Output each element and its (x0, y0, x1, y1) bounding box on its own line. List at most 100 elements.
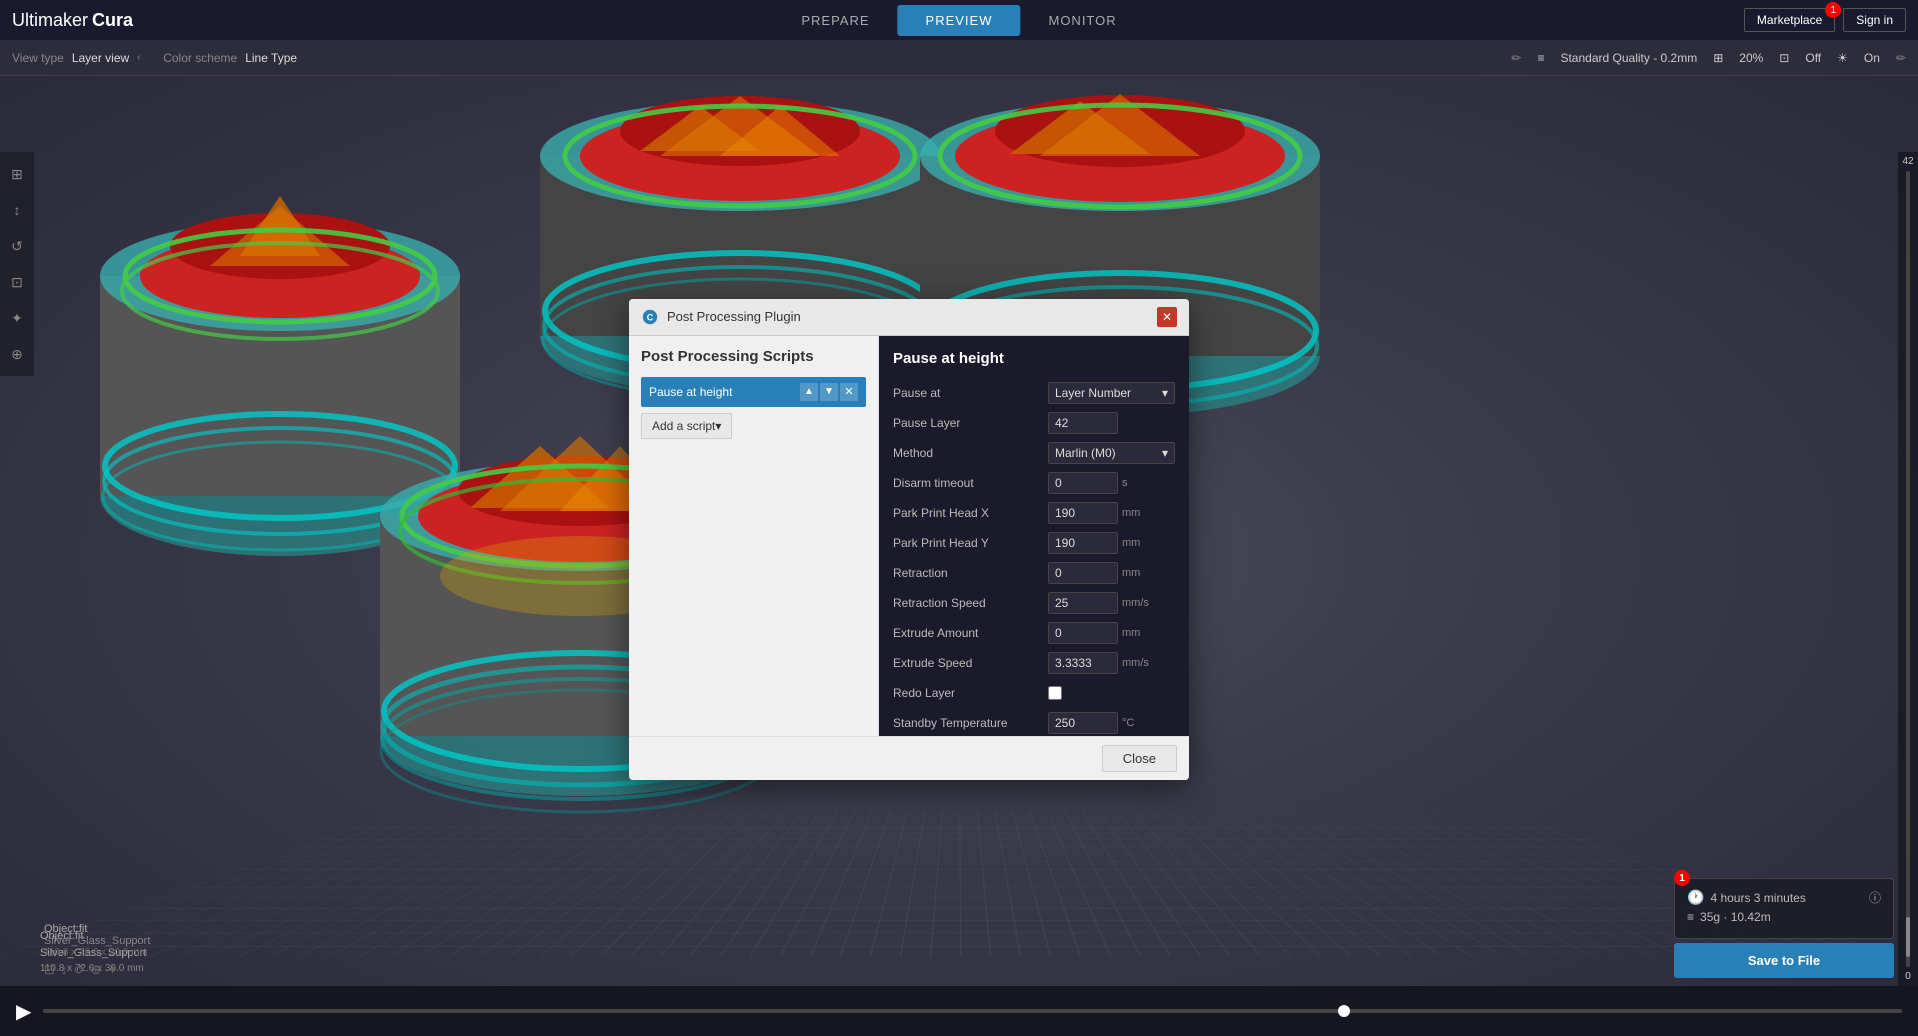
setting-standby-temp-control: °C (1048, 712, 1175, 734)
extrude-amount-input[interactable] (1048, 622, 1118, 644)
bottom-bar: ▶ (0, 986, 1918, 1036)
nav-prepare[interactable]: PREPARE (773, 5, 897, 36)
setting-standby-temp: Standby Temperature °C (893, 711, 1175, 735)
method-value: Marlin (M0) (1055, 446, 1116, 460)
setting-park-x-control: mm (1048, 502, 1175, 524)
zoom-icon: ⊞ (1713, 51, 1723, 65)
marketplace-badge: 1 (1825, 2, 1841, 18)
view-type-label: View type (12, 51, 64, 65)
on-label: On (1864, 51, 1880, 65)
svg-text:C: C (647, 312, 654, 322)
script-item-pause[interactable]: Pause at height ▲ ▼ ✕ (641, 377, 866, 407)
setting-park-y-label: Park Print Head Y (893, 536, 1048, 550)
settings-edit-icon[interactable]: ✏ (1896, 51, 1906, 65)
pause-at-value: Layer Number (1055, 386, 1131, 400)
sun-icon: ☀ (1837, 51, 1848, 65)
setting-method-label: Method (893, 446, 1048, 460)
quality-value[interactable]: Standard Quality - 0.2mm (1560, 51, 1697, 65)
toolbar-right-settings: ✏ ≡ Standard Quality - 0.2mm ⊞ 20% ⊡ Off… (1511, 51, 1906, 65)
signin-button[interactable]: Sign in (1843, 8, 1906, 32)
color-scheme-value[interactable]: Line Type (245, 51, 297, 65)
setting-method-control: Marlin (M0) ▾ (1048, 442, 1175, 464)
setting-disarm-timeout-label: Disarm timeout (893, 476, 1048, 490)
setting-method: Method Marlin (M0) ▾ (893, 441, 1175, 465)
pause-at-select[interactable]: Layer Number ▾ (1048, 382, 1175, 404)
setting-extrude-amount: Extrude Amount mm (893, 621, 1175, 645)
setting-disarm-timeout-control: s (1048, 472, 1175, 494)
dialog-body: Post Processing Scripts Pause at height … (629, 336, 1189, 736)
shrink-icon: ⊡ (1779, 51, 1789, 65)
setting-extrude-amount-label: Extrude Amount (893, 626, 1048, 640)
park-x-unit: mm (1122, 507, 1152, 519)
settings-panel-title: Pause at height (893, 350, 1175, 367)
topbar: Ultimaker Cura PREPARE PREVIEW MONITOR M… (0, 0, 1918, 40)
setting-pause-layer-control (1048, 412, 1175, 434)
app-name-prefix: Ultimaker (12, 10, 88, 31)
standby-temp-input[interactable] (1048, 712, 1118, 734)
play-button[interactable]: ▶ (16, 999, 31, 1024)
script-remove-button[interactable]: ✕ (840, 383, 858, 401)
nav-preview[interactable]: PREVIEW (898, 5, 1021, 36)
extrude-amount-unit: mm (1122, 627, 1152, 639)
setting-retraction-speed-label: Retraction Speed (893, 596, 1048, 610)
setting-park-x: Park Print Head X mm (893, 501, 1175, 525)
dialog-title: Post Processing Plugin (667, 309, 801, 324)
view-toolbar: View type Layer view ‹ Color scheme Line… (0, 40, 1918, 76)
setting-retraction-control: mm (1048, 562, 1175, 584)
off-label: Off (1805, 51, 1821, 65)
timeline-bar[interactable] (43, 1009, 1902, 1013)
app-name-suffix: Cura (92, 10, 133, 31)
setting-retraction-label: Retraction (893, 566, 1048, 580)
pause-layer-input[interactable] (1048, 412, 1118, 434)
park-x-input[interactable] (1048, 502, 1118, 524)
setting-redo-layer-control (1048, 686, 1175, 700)
script-item-controls: ▲ ▼ ✕ (800, 383, 858, 401)
extrude-speed-input[interactable] (1048, 652, 1118, 674)
setting-pause-at-label: Pause at (893, 386, 1048, 400)
zoom-value: 20% (1739, 51, 1763, 65)
method-chevron: ▾ (1162, 446, 1168, 460)
marketplace-button[interactable]: Marketplace (1744, 8, 1835, 32)
setting-standby-temp-label: Standby Temperature (893, 716, 1048, 730)
view-type-control: View type Layer view ‹ Color scheme Line… (12, 51, 297, 65)
add-script-button[interactable]: Add a script▾ (641, 413, 732, 439)
script-move-down-button[interactable]: ▼ (820, 383, 838, 401)
disarm-timeout-input[interactable] (1048, 472, 1118, 494)
retraction-speed-unit: mm/s (1122, 597, 1152, 609)
park-y-input[interactable] (1048, 532, 1118, 554)
setting-extrude-speed: Extrude Speed mm/s (893, 651, 1175, 675)
main-nav: PREPARE PREVIEW MONITOR (773, 5, 1144, 36)
retraction-input[interactable] (1048, 562, 1118, 584)
color-scheme-label: Color scheme (163, 51, 237, 65)
quality-setting: Standard Quality - 0.2mm (1560, 51, 1697, 65)
setting-disarm-timeout: Disarm timeout s (893, 471, 1175, 495)
setting-pause-layer-label: Pause Layer (893, 416, 1048, 430)
redo-layer-checkbox[interactable] (1048, 686, 1062, 700)
plugin-icon: C (641, 308, 659, 326)
timeline-thumb[interactable] (1338, 1005, 1350, 1017)
setting-redo-layer-label: Redo Layer (893, 686, 1048, 700)
dialog-footer: Close (629, 736, 1189, 780)
method-select[interactable]: Marlin (M0) ▾ (1048, 442, 1175, 464)
setting-extrude-speed-label: Extrude Speed (893, 656, 1048, 670)
setting-park-y: Park Print Head Y mm (893, 531, 1175, 555)
app-logo: Ultimaker Cura (12, 10, 133, 31)
topbar-right: Marketplace 1 Sign in (1744, 8, 1906, 32)
retraction-unit: mm (1122, 567, 1152, 579)
dialog-close-footer-button[interactable]: Close (1102, 745, 1177, 772)
nav-monitor[interactable]: MONITOR (1020, 5, 1144, 36)
scripts-panel: Post Processing Scripts Pause at height … (629, 336, 879, 736)
retraction-speed-input[interactable] (1048, 592, 1118, 614)
dialog-close-button[interactable]: ✕ (1157, 307, 1177, 327)
view-type-value[interactable]: Layer view (72, 51, 129, 65)
settings-panel: Pause at height Pause at Layer Number ▾ (879, 336, 1189, 736)
dialog-titlebar: C Post Processing Plugin ✕ (629, 299, 1189, 336)
view-type-arrow[interactable]: ‹ (137, 52, 140, 63)
setting-pause-layer: Pause Layer (893, 411, 1175, 435)
setting-retraction-speed: Retraction Speed mm/s (893, 591, 1175, 615)
setting-extrude-speed-control: mm/s (1048, 652, 1175, 674)
layers-icon: ≡ (1537, 51, 1544, 65)
script-move-up-button[interactable]: ▲ (800, 383, 818, 401)
post-processing-dialog: C Post Processing Plugin ✕ Post Processi… (629, 299, 1189, 780)
edit-icon[interactable]: ✏ (1511, 51, 1521, 65)
